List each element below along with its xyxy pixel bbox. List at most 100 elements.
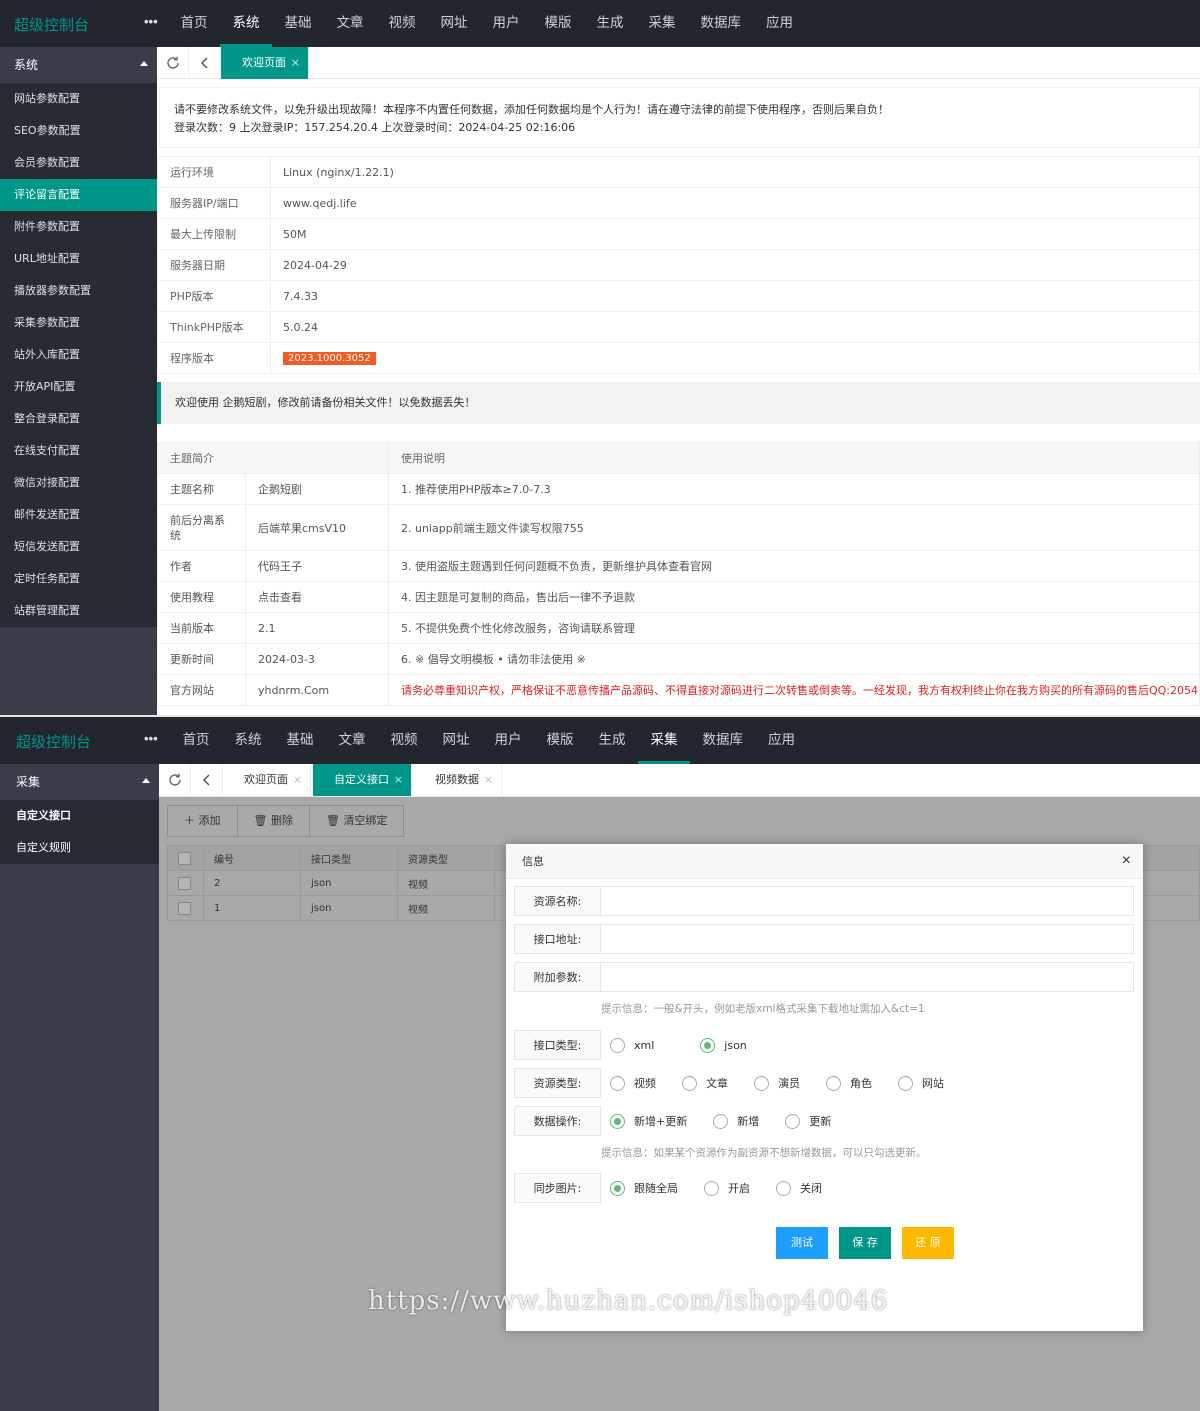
chevron-left-icon[interactable] (191, 764, 223, 796)
header-theme-intro: 主题简介 (157, 442, 389, 474)
nav-item-system[interactable]: 系统 (222, 717, 274, 764)
nav-item-user[interactable]: 用户 (482, 717, 534, 764)
nav-item-template[interactable]: 模版 (532, 0, 584, 47)
nav-item-template[interactable]: 模版 (534, 717, 586, 764)
add-button[interactable]: ＋ 添加 (168, 806, 238, 836)
sidebar-section-system[interactable]: 系统 (0, 47, 157, 83)
radio-role[interactable]: 角色 (826, 1075, 872, 1091)
delete-button[interactable]: 🗑 删除 (238, 806, 310, 836)
radio-follow-global[interactable]: 跟随全局 (610, 1180, 678, 1196)
sidebar-item-sms-config[interactable]: 短信发送配置 (0, 531, 157, 563)
info-dialog: 信息 × 资源名称: 接口地址: 附加参数: 提示信息：一般&开头，例如老版xm… (506, 844, 1143, 1331)
nav-item-url[interactable]: 网址 (430, 717, 482, 764)
sidebar-item-player-config[interactable]: 播放器参数配置 (0, 275, 157, 307)
test-button[interactable]: 测试 (776, 1227, 828, 1259)
sidebar-item-site-config[interactable]: 网站参数配置 (0, 83, 157, 115)
radio-off[interactable]: 关闭 (776, 1180, 822, 1196)
header-usage: 使用说明 (388, 442, 1200, 474)
sidebar-item-collect-config[interactable]: 采集参数配置 (0, 307, 157, 339)
theme-key: 前后分离系统 (157, 504, 246, 551)
radio-video[interactable]: 视频 (610, 1075, 656, 1091)
sidebar-section-collect[interactable]: 采集 (0, 764, 159, 800)
nav-item-basic[interactable]: 基础 (274, 717, 326, 764)
caret-up-icon (140, 61, 148, 66)
tab-custom-api[interactable]: 自定义接口 × (313, 764, 412, 796)
refresh-icon[interactable] (157, 47, 189, 79)
radio-json[interactable]: json (700, 1037, 747, 1053)
nav-item-database[interactable]: 数据库 (690, 717, 756, 764)
param-input[interactable] (600, 962, 1134, 992)
nav-item-apps[interactable]: 应用 (756, 717, 808, 764)
select-all-checkbox[interactable] (167, 845, 204, 871)
tab-welcome[interactable]: 欢迎页面 × (223, 764, 311, 796)
sidebar-item-payment-config[interactable]: 在线支付配置 (0, 435, 157, 467)
radio-add-update[interactable]: 新增+更新 (610, 1113, 687, 1129)
sidebar-item-seo-config[interactable]: SEO参数配置 (0, 115, 157, 147)
theme-key: 当前版本 (157, 612, 246, 644)
radio-label: 演员 (778, 1077, 800, 1090)
nav-item-article[interactable]: 文章 (324, 0, 376, 47)
sidebar-list: 自定义接口 自定义规则 (0, 800, 159, 864)
url-input[interactable] (600, 924, 1134, 954)
sidebar-item-attachment-config[interactable]: 附件参数配置 (0, 211, 157, 243)
sidebar-item-custom-api[interactable]: 自定义接口 (0, 800, 159, 832)
sidebar-item-comment-config[interactable]: 评论留言配置 (0, 179, 157, 211)
radio-website[interactable]: 网站 (898, 1075, 944, 1091)
radio-add[interactable]: 新增 (713, 1113, 759, 1129)
close-icon[interactable]: × (484, 764, 493, 796)
row-checkbox[interactable] (167, 870, 204, 896)
save-button[interactable]: 保 存 (839, 1227, 891, 1259)
chevron-left-icon[interactable] (189, 47, 221, 79)
sidebar-item-import-config[interactable]: 站外入库配置 (0, 339, 157, 371)
nav-item-generate[interactable]: 生成 (584, 0, 636, 47)
nav-item-home[interactable]: 首页 (170, 717, 222, 764)
clear-binding-button[interactable]: 🗑 清空绑定 (310, 806, 403, 836)
nav-item-article[interactable]: 文章 (326, 717, 378, 764)
close-icon[interactable]: × (394, 764, 403, 796)
logo[interactable]: 超级控制台 (14, 14, 89, 35)
op-radios: 新增+更新 新增 更新 (610, 1106, 857, 1136)
sidebar-item-email-config[interactable]: 邮件发送配置 (0, 499, 157, 531)
sidebar-item-url-config[interactable]: URL地址配置 (0, 243, 157, 275)
close-icon[interactable]: × (1122, 852, 1131, 870)
form-row-param: 附加参数: (514, 962, 1134, 992)
nav-item-home[interactable]: 首页 (168, 0, 220, 47)
sidebar-item-wechat-config[interactable]: 微信对接配置 (0, 467, 157, 499)
sidebar-item-member-config[interactable]: 会员参数配置 (0, 147, 157, 179)
close-icon[interactable]: × (293, 764, 302, 796)
more-icon[interactable]: ••• (144, 14, 158, 29)
radio-update[interactable]: 更新 (785, 1113, 831, 1129)
tab-welcome[interactable]: 欢迎页面 × (221, 47, 309, 79)
website-link[interactable]: yhdnrm.Com (245, 674, 389, 706)
logo[interactable]: 超级控制台 (16, 731, 91, 752)
nav-item-collect[interactable]: 采集 (636, 0, 688, 47)
tab-video-data[interactable]: 视频数据 × (414, 764, 502, 796)
nav-item-basic[interactable]: 基础 (272, 0, 324, 47)
nav-item-user[interactable]: 用户 (480, 0, 532, 47)
close-icon[interactable]: × (291, 47, 300, 79)
more-icon[interactable]: ••• (144, 731, 158, 746)
refresh-icon[interactable] (159, 764, 191, 796)
table-row: 服务器IP/端口 www.qedj.life (157, 187, 1200, 219)
sidebar-item-login-config[interactable]: 整合登录配置 (0, 403, 157, 435)
nav-item-system[interactable]: 系统 (220, 0, 272, 47)
nav-item-url[interactable]: 网址 (428, 0, 480, 47)
nav-item-database[interactable]: 数据库 (688, 0, 754, 47)
tutorial-link[interactable]: 点击查看 (245, 581, 389, 613)
nav-item-apps[interactable]: 应用 (754, 0, 806, 47)
nav-item-generate[interactable]: 生成 (586, 717, 638, 764)
sidebar-item-custom-rule[interactable]: 自定义规则 (0, 832, 159, 864)
name-input[interactable] (600, 886, 1134, 916)
nav-item-collect[interactable]: 采集 (638, 717, 690, 764)
sidebar-item-api-config[interactable]: 开放API配置 (0, 371, 157, 403)
reset-button[interactable]: 还 原 (902, 1227, 954, 1259)
sidebar-item-cron-config[interactable]: 定时任务配置 (0, 563, 157, 595)
nav-item-video[interactable]: 视频 (378, 717, 430, 764)
radio-on[interactable]: 开启 (704, 1180, 750, 1196)
row-checkbox[interactable] (167, 895, 204, 921)
nav-item-video[interactable]: 视频 (376, 0, 428, 47)
radio-actor[interactable]: 演员 (754, 1075, 800, 1091)
sidebar-item-cluster-config[interactable]: 站群管理配置 (0, 595, 157, 627)
radio-article[interactable]: 文章 (682, 1075, 728, 1091)
radio-xml[interactable]: xml (610, 1037, 654, 1053)
